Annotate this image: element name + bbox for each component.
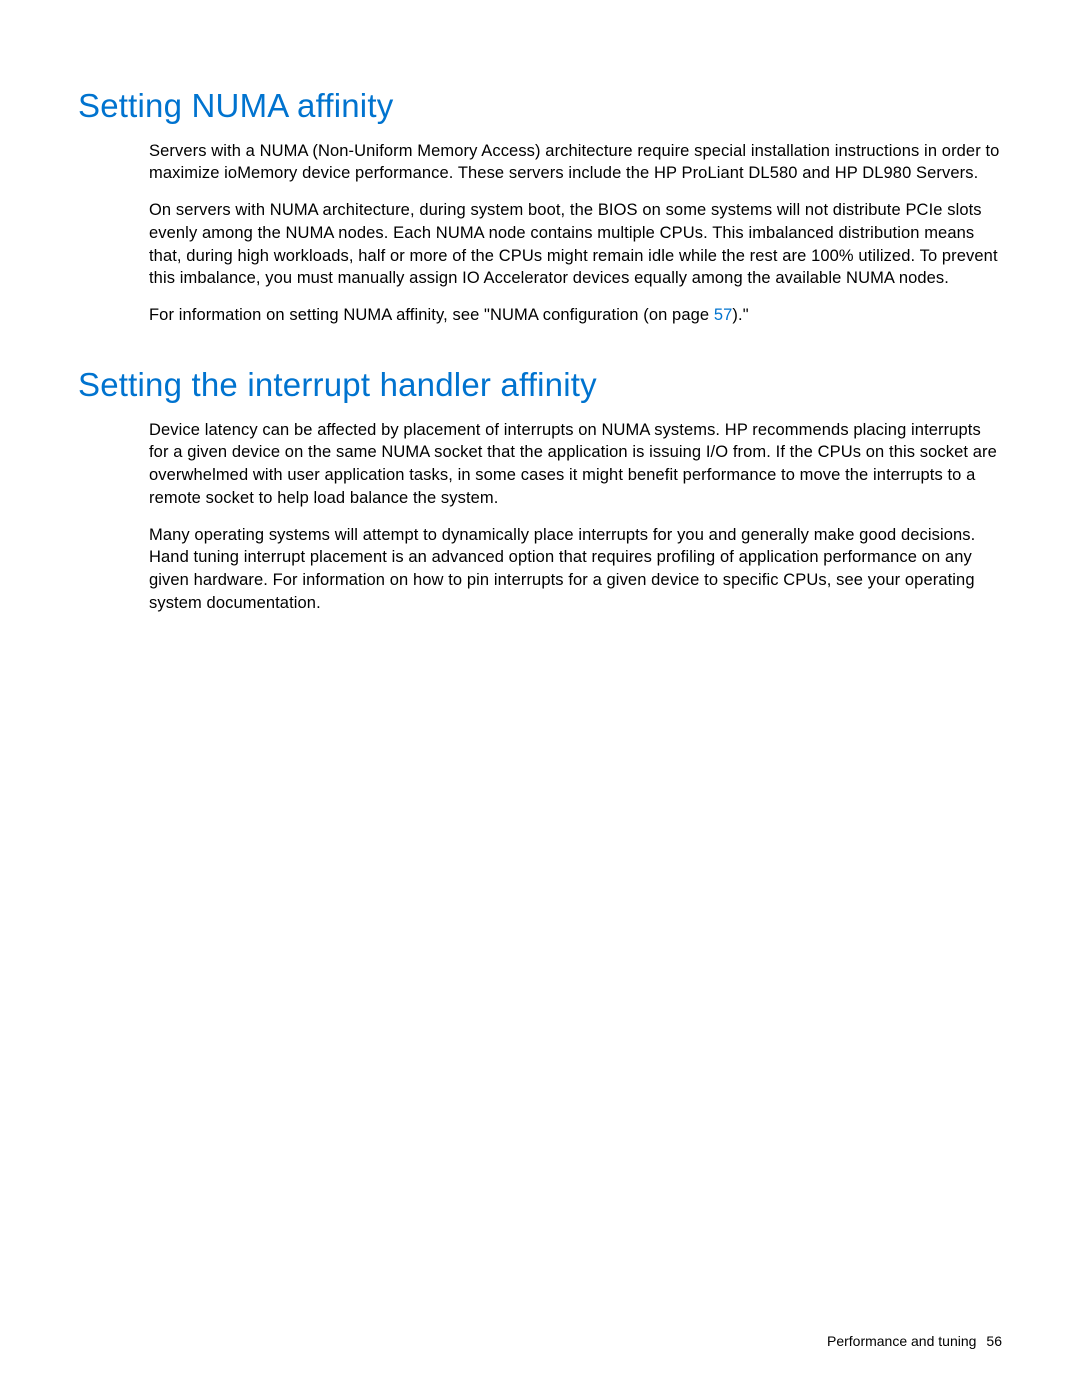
paragraph-text: For information on setting NUMA affinity… [149, 304, 1002, 327]
footer-page-number: 56 [986, 1333, 1002, 1349]
text-fragment: )." [732, 306, 748, 324]
paragraph-text: Many operating systems will attempt to d… [149, 524, 1002, 615]
section-heading-interrupt: Setting the interrupt handler affinity [78, 365, 1002, 405]
paragraph-text: Device latency can be affected by placem… [149, 419, 1002, 510]
page-footer: Performance and tuning 56 [827, 1333, 1002, 1349]
paragraph-text: On servers with NUMA architecture, durin… [149, 199, 1002, 290]
paragraph-text: Servers with a NUMA (Non-Uniform Memory … [149, 140, 1002, 186]
section-heading-numa: Setting NUMA affinity [78, 86, 1002, 126]
text-fragment: For information on setting NUMA affinity… [149, 306, 714, 324]
footer-section-title: Performance and tuning [827, 1333, 976, 1349]
page-link-57[interactable]: 57 [714, 306, 733, 324]
